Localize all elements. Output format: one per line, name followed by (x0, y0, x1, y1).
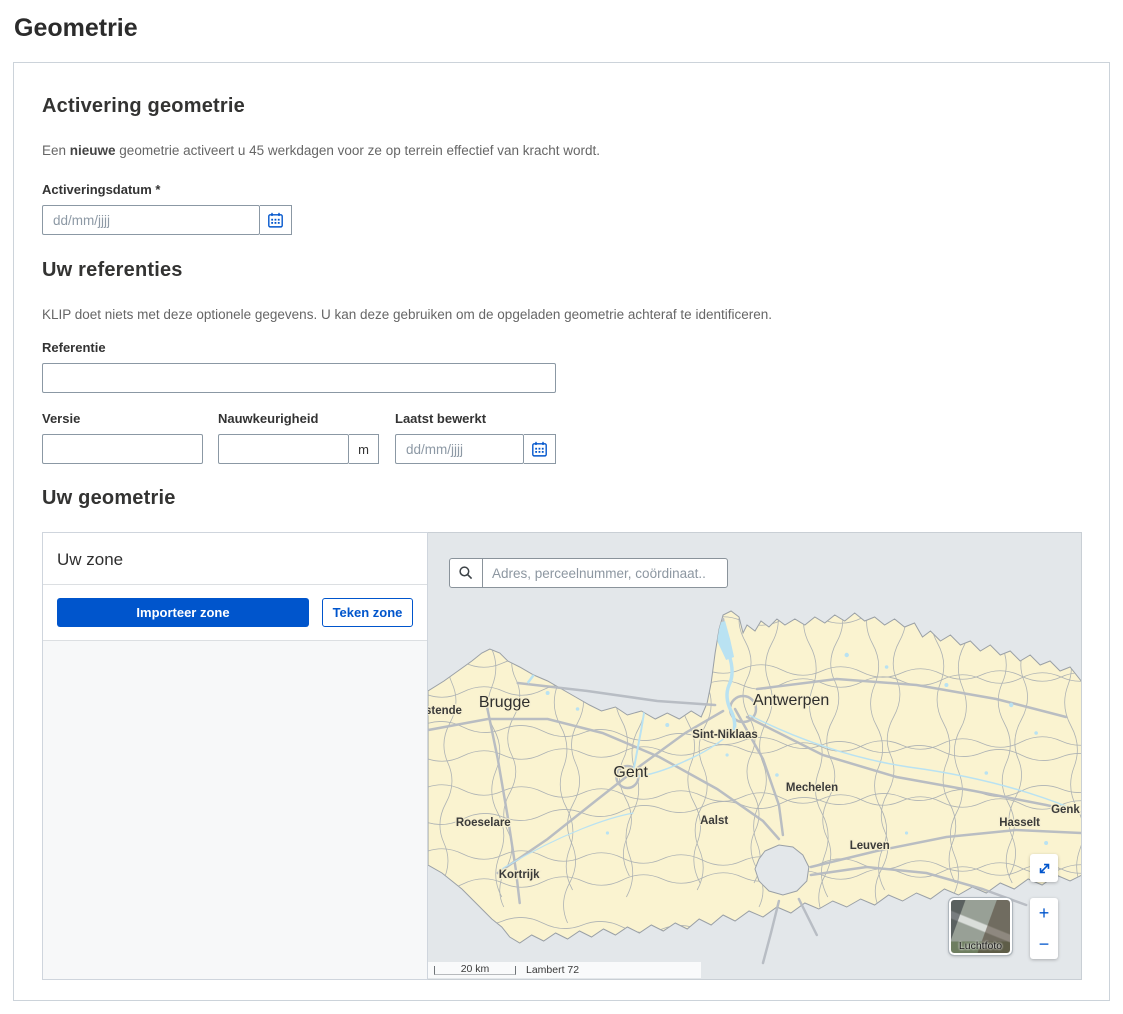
search-icon (458, 565, 474, 581)
activation-description: Een nieuwe geometrie activeert u 45 werk… (42, 143, 1082, 158)
map-canvas[interactable]: stende Brugge Antwerpen Sint-Niklaas Gent Mec… (428, 532, 1082, 980)
page-title: Geometrie (14, 14, 1123, 43)
map-search-input[interactable] (483, 559, 727, 587)
activation-date-calendar-button[interactable] (260, 205, 292, 235)
reference-input[interactable] (42, 363, 556, 393)
zoom-in-button[interactable]: + (1030, 898, 1058, 929)
zone-panel: Uw zone Importeer zone Teken zone (42, 532, 428, 980)
activation-description-bold: nieuwe (70, 143, 116, 158)
references-row: Versie Nauwkeurigheid m Laatst bewerkt (42, 393, 1082, 464)
aerial-layer-label: Luchtfoto (951, 940, 1010, 952)
activation-description-prefix: Een (42, 143, 70, 158)
reference-label: Referentie (42, 340, 1082, 355)
map-city-label: Gent (613, 764, 648, 781)
version-field: Versie (42, 393, 203, 464)
zoom-out-button[interactable]: − (1030, 929, 1058, 960)
calendar-icon (531, 441, 548, 458)
search-button[interactable] (450, 559, 483, 587)
accuracy-unit: m (349, 434, 379, 464)
accuracy-label: Nauwkeurigheid (218, 411, 379, 426)
map-city-label: Brugge (479, 694, 531, 711)
geometry-widget: Uw zone Importeer zone Teken zone (42, 532, 1082, 980)
map-city-label: Genk (1051, 804, 1080, 816)
last-edited-calendar-button[interactable] (524, 434, 556, 464)
accuracy-input[interactable] (218, 434, 349, 464)
geometry-heading: Uw geometrie (42, 487, 1082, 510)
map-fullscreen-button[interactable] (1030, 854, 1058, 882)
calendar-icon (267, 212, 284, 229)
reference-group (42, 363, 1082, 393)
references-description: KLIP doet niets met deze optionele gegev… (42, 307, 1082, 322)
map-scale-label: 20 km (461, 963, 490, 975)
expand-icon (1037, 861, 1052, 876)
zone-actions: Importeer zone Teken zone (43, 585, 427, 641)
activation-date-input[interactable] (42, 205, 260, 235)
activation-date-label: Activeringsdatum * (42, 182, 1082, 197)
map-scale-bar: 20 km (434, 966, 516, 975)
zone-list-empty (43, 641, 427, 979)
map-attribution-bar: 20 km Lambert 72 (428, 962, 701, 978)
map-city-label: Leuven (850, 840, 890, 852)
references-heading: Uw referenties (42, 259, 1082, 282)
last-edited-label: Laatst bewerkt (395, 411, 556, 426)
draw-zone-button[interactable]: Teken zone (322, 598, 413, 627)
map-city-label: Roeselare (456, 817, 511, 829)
zone-panel-title: Uw zone (43, 533, 427, 585)
map-city-label: Hasselt (999, 817, 1040, 829)
import-zone-button[interactable]: Importeer zone (57, 598, 309, 627)
map-city-label: Mechelen (786, 782, 838, 794)
activation-heading: Activering geometrie (42, 95, 1082, 118)
geometry-card: Activering geometrie Een nieuwe geometri… (13, 62, 1110, 1001)
map-city-label: Antwerpen (753, 692, 829, 709)
activation-description-suffix: geometrie activeert u 45 werkdagen voor … (116, 143, 601, 158)
map-city-label: Kortrijk (499, 869, 540, 881)
activation-date-group (42, 205, 1082, 235)
map-city-label: Aalst (700, 815, 728, 827)
map-search-box (449, 558, 728, 588)
version-input[interactable] (42, 434, 203, 464)
last-edited-field: Laatst bewerkt (395, 393, 556, 464)
accuracy-field: Nauwkeurigheid m (218, 393, 379, 464)
version-label: Versie (42, 411, 203, 426)
aerial-layer-toggle[interactable]: Luchtfoto (949, 898, 1012, 955)
map-city-label: Sint-Niklaas (692, 729, 758, 741)
map-zoom-control: + − (1030, 898, 1058, 959)
map-city-label: stende (428, 705, 462, 717)
map-projection-label: Lambert 72 (526, 964, 579, 976)
last-edited-input[interactable] (395, 434, 524, 464)
